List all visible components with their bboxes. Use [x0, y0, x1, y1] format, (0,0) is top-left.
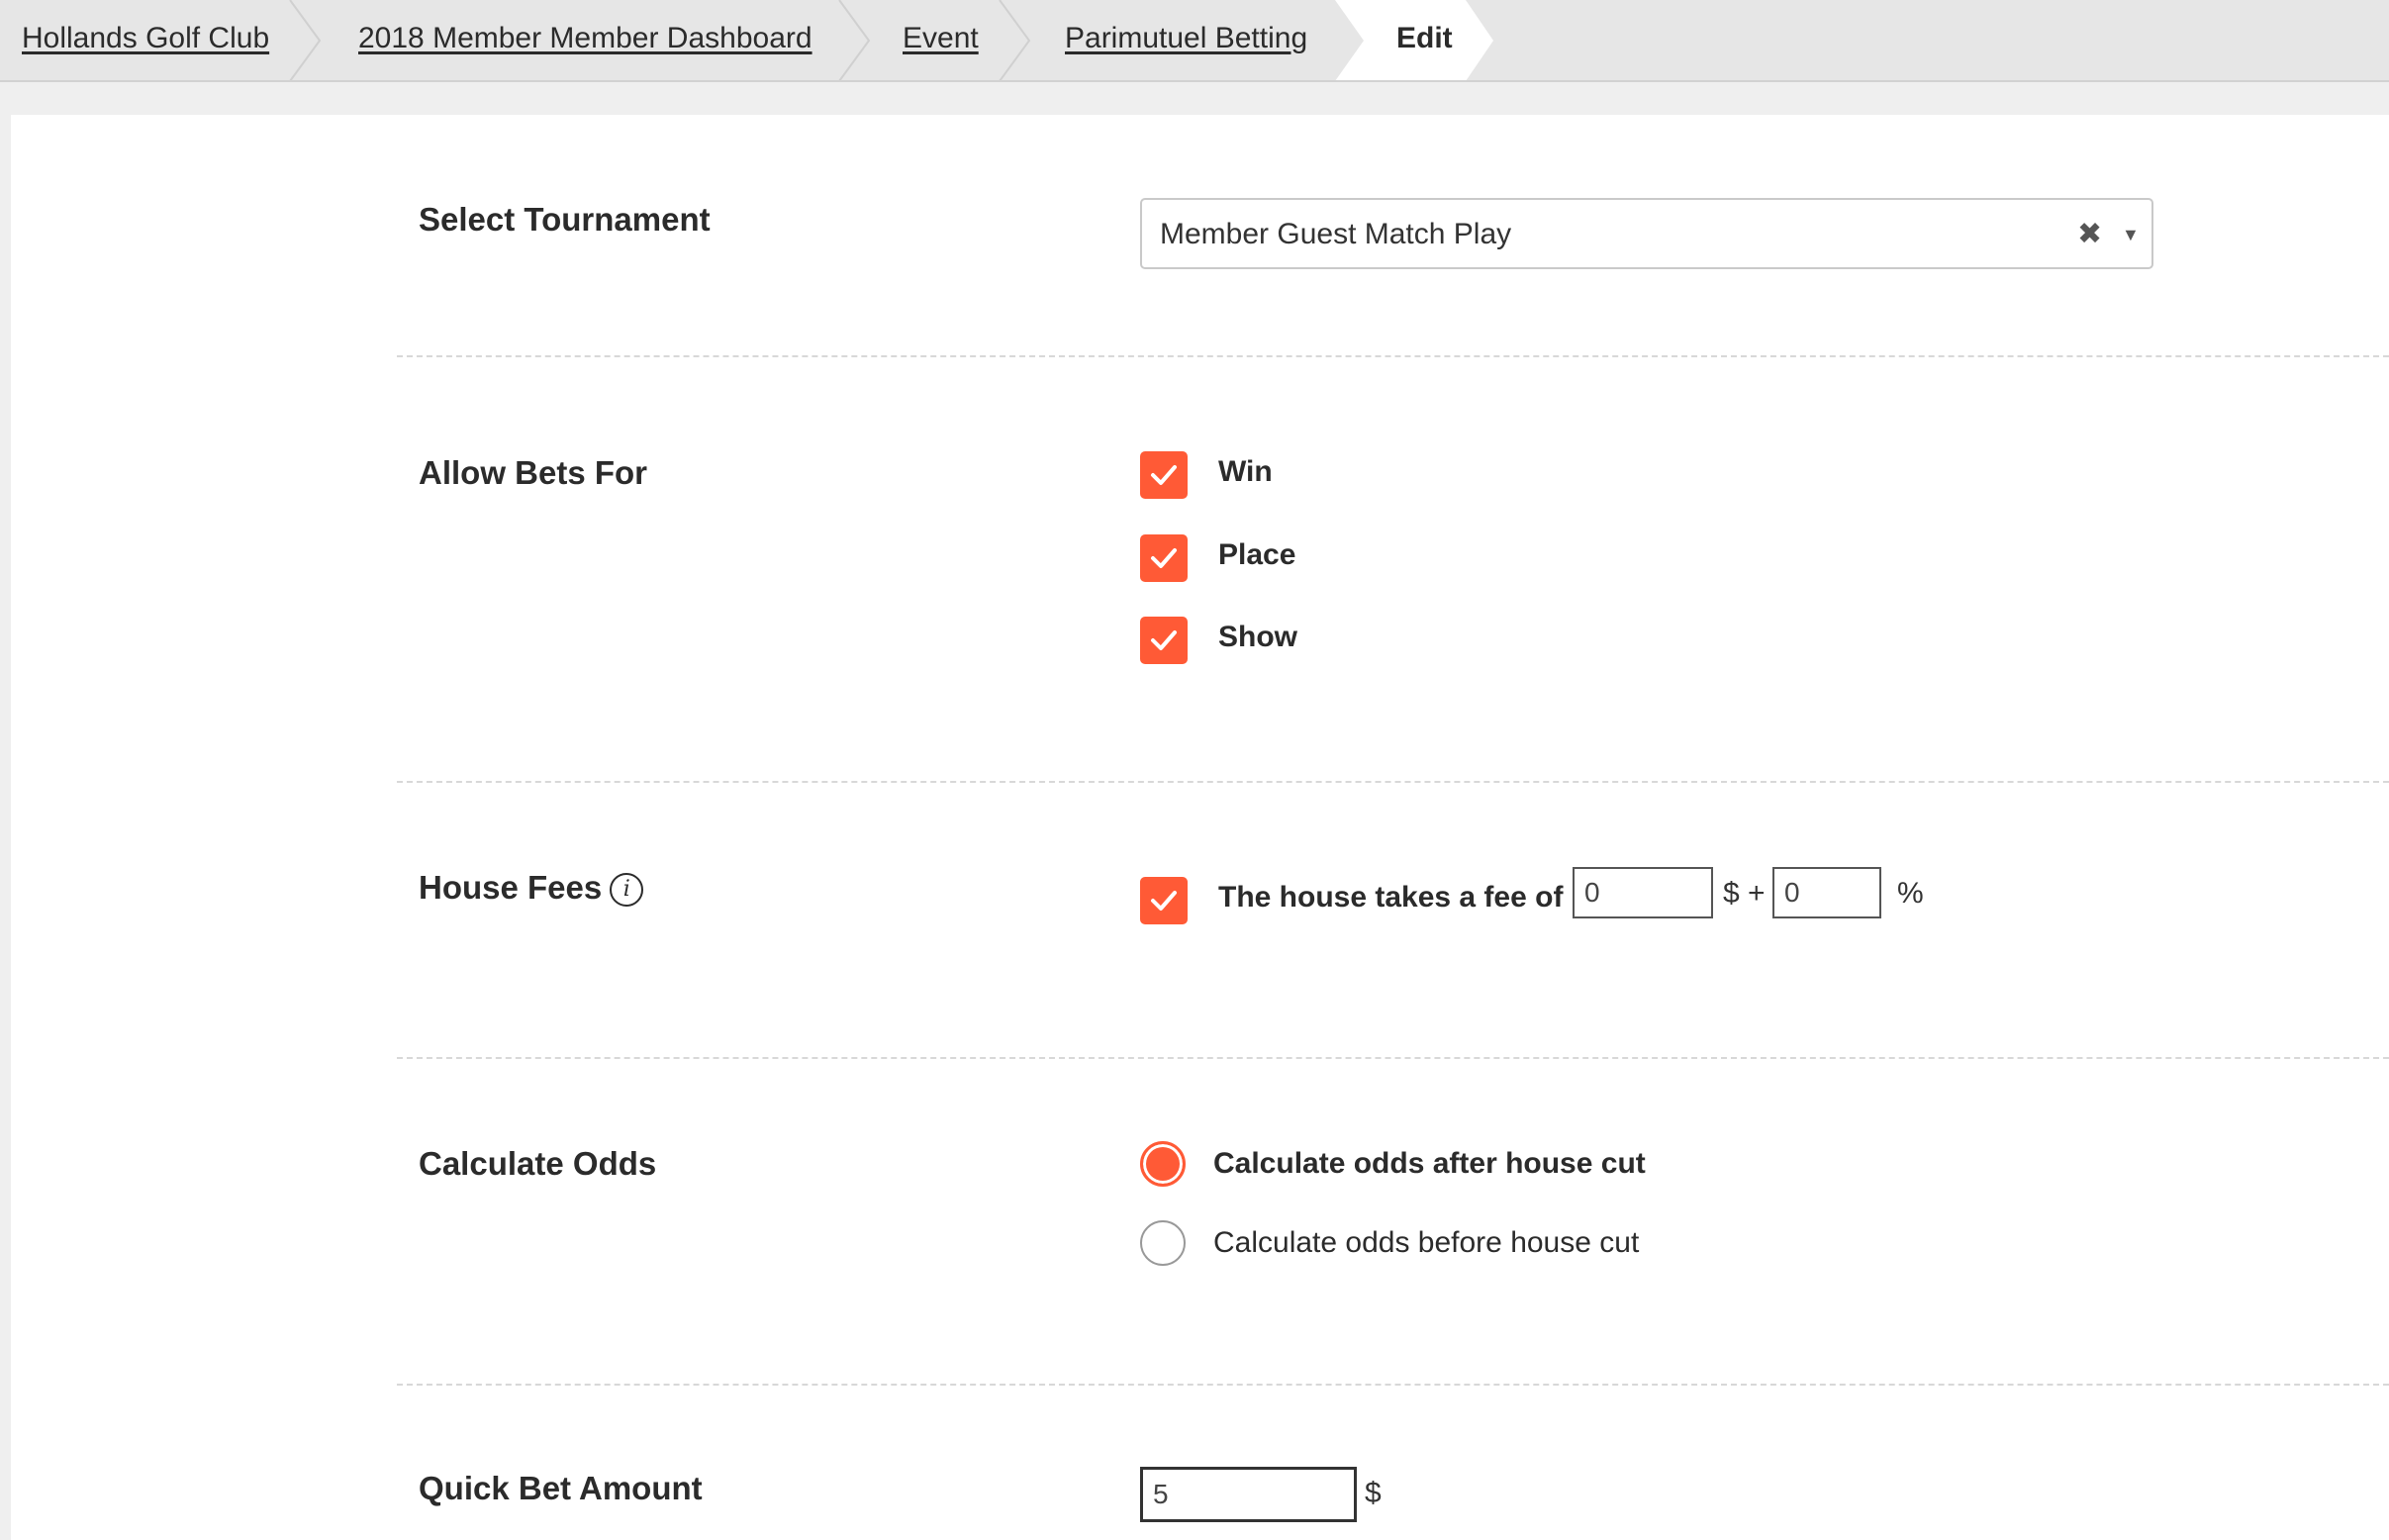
- calculate-odds-label: Calculate Odds: [419, 1145, 657, 1182]
- win-checkbox[interactable]: [1140, 451, 1188, 499]
- breadcrumb-current-label: Edit: [1396, 22, 1453, 54]
- house-fee-fixed-input[interactable]: 0: [1573, 867, 1713, 918]
- quick-bet-unit: $: [1365, 1477, 1382, 1509]
- breadcrumb-link-dashboard[interactable]: 2018 Member Member Dashboard: [358, 0, 812, 80]
- info-icon[interactable]: i: [610, 873, 644, 907]
- section-divider: [397, 355, 2389, 357]
- house-fees-label: House Fees i: [419, 869, 644, 907]
- odds-before-cut-label: Calculate odds before house cut: [1213, 1226, 1640, 1259]
- breadcrumb-link-club[interactable]: Hollands Golf Club: [22, 0, 269, 80]
- breadcrumb: Hollands Golf Club 2018 Member Member Da…: [0, 0, 2389, 82]
- odds-after-cut-radio[interactable]: [1140, 1141, 1186, 1187]
- place-checkbox[interactable]: [1140, 534, 1188, 582]
- allow-bets-label: Allow Bets For: [419, 454, 648, 491]
- house-fee-percent-input[interactable]: 0: [1772, 867, 1881, 918]
- select-tournament-label: Select Tournament: [419, 201, 711, 238]
- edit-form-card: Select Tournament Member Guest Match Pla…: [11, 115, 2389, 1540]
- chevron-down-icon[interactable]: ▼: [2122, 200, 2140, 269]
- show-label: Show: [1218, 621, 1297, 653]
- checkmark-icon: [1151, 465, 1177, 485]
- quick-bet-label: Quick Bet Amount: [419, 1470, 703, 1506]
- breadcrumb-separator: [838, 0, 871, 80]
- clear-icon[interactable]: ✖: [2077, 200, 2102, 269]
- dollar-plus-unit: $ +: [1723, 877, 1766, 910]
- percent-unit: %: [1897, 877, 1924, 910]
- tournament-select-value: Member Guest Match Play: [1160, 218, 1512, 250]
- section-divider: [397, 1057, 2389, 1059]
- breadcrumb-link-event[interactable]: Event: [903, 0, 979, 80]
- checkmark-icon: [1151, 548, 1177, 568]
- place-label: Place: [1218, 538, 1296, 571]
- breadcrumb-separator: [999, 0, 1031, 80]
- house-fee-checkbox[interactable]: [1140, 877, 1188, 924]
- breadcrumb-separator: [289, 0, 322, 80]
- odds-before-cut-radio[interactable]: [1140, 1220, 1186, 1266]
- tournament-select[interactable]: Member Guest Match Play ✖ ▼: [1140, 198, 2153, 269]
- house-fee-text: The house takes a fee of: [1218, 881, 1564, 914]
- show-checkbox[interactable]: [1140, 617, 1188, 664]
- breadcrumb-link-parimutuel[interactable]: Parimutuel Betting: [1065, 0, 1307, 80]
- odds-after-cut-label: Calculate odds after house cut: [1213, 1147, 1646, 1180]
- quick-bet-input[interactable]: 5: [1140, 1467, 1357, 1522]
- checkmark-icon: [1151, 630, 1177, 650]
- section-divider: [397, 781, 2389, 783]
- section-divider: [397, 1384, 2389, 1386]
- breadcrumb-current: Edit: [1335, 0, 1493, 80]
- checkmark-icon: [1151, 891, 1177, 911]
- house-fees-label-text: House Fees: [419, 869, 603, 906]
- win-label: Win: [1218, 455, 1273, 488]
